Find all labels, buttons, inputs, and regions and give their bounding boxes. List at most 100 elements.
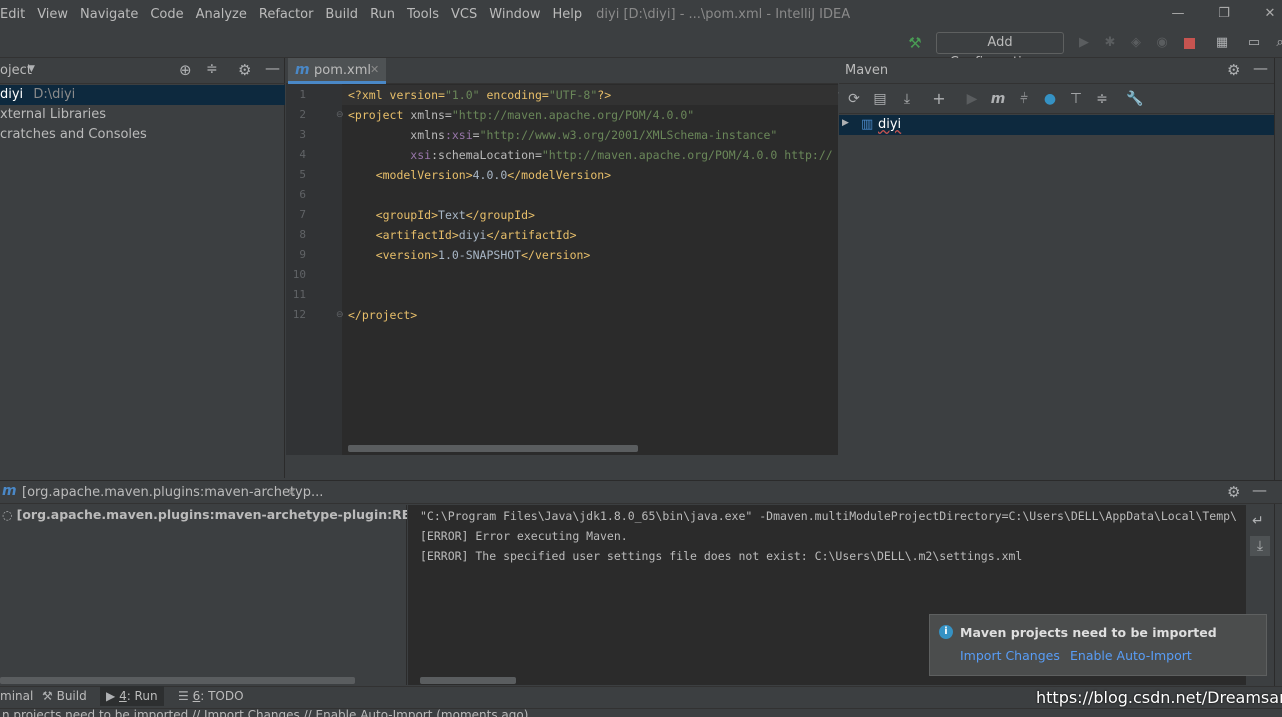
run-tool-button[interactable]: ▶ 4: Run <box>100 686 164 706</box>
code-line: <modelVersion>4.0.0</modelVersion> <box>348 168 612 182</box>
locate-icon[interactable]: ⊕ <box>179 61 192 79</box>
run-panel-header: m [org.apache.maven.plugins:maven-archet… <box>0 480 1282 504</box>
add-icon[interactable]: + <box>930 90 948 108</box>
debug-icon[interactable]: ✱ <box>1102 35 1118 51</box>
hide-panel-icon[interactable]: — <box>1252 481 1267 499</box>
menu-refactor[interactable]: Refactor <box>253 7 320 22</box>
maven-panel-title: Maven <box>845 63 889 78</box>
tree-item-scratches[interactable]: cratches and Consoles <box>0 125 285 145</box>
toggle-offline-icon[interactable]: ⫩ <box>1015 90 1033 108</box>
terminal-tool-button[interactable]: minal <box>0 689 33 703</box>
menu-navigate[interactable]: Navigate <box>74 7 144 22</box>
tab-pom-xml[interactable]: m pom.xml ✕ <box>288 58 386 84</box>
build-tool-button[interactable]: ⚒ Build <box>42 689 87 703</box>
menu-bar: Edit View Navigate Code Analyze Refactor… <box>0 0 1282 28</box>
download-icon[interactable]: ⤓ <box>898 90 916 108</box>
spinner-icon: ◌ <box>2 508 13 522</box>
run-tree-item[interactable]: ◌ [org.apache.maven.plugins:maven-archet… <box>2 507 407 527</box>
chevron-down-icon[interactable]: ▼ <box>28 64 35 74</box>
tab-label: pom.xml <box>314 63 371 78</box>
line-number: 4 <box>299 148 306 161</box>
list-icon: ☰ <box>178 689 189 703</box>
notification-title: Maven projects need to be imported <box>960 625 1217 640</box>
editor-footer <box>286 455 838 478</box>
add-configuration-button[interactable]: Add Configuration... <box>936 32 1064 70</box>
gear-icon[interactable]: ⚙ <box>238 61 251 79</box>
tab-close-icon[interactable]: ✕ <box>287 486 296 499</box>
skip-tests-icon[interactable]: ● <box>1041 90 1059 108</box>
code-line: <project xmlns="http://maven.apache.org/… <box>348 108 695 122</box>
project-structure-icon[interactable]: ▦ <box>1214 35 1230 51</box>
menu-help[interactable]: Help <box>547 7 589 22</box>
line-number: 12 <box>292 308 306 321</box>
console-line: [ERROR] Error executing Maven. <box>420 529 628 543</box>
hide-panel-icon[interactable]: — <box>265 59 280 77</box>
close-icon[interactable]: ✕ <box>1262 6 1278 22</box>
run-anything-icon[interactable]: ▭ <box>1246 35 1262 51</box>
hammer-icon: ⚒ <box>42 689 53 703</box>
expand-arrow-icon[interactable]: ▶ <box>842 118 849 128</box>
execute-maven-goal-icon[interactable]: m <box>989 90 1007 108</box>
window-title: diyi [D:\diyi] - ...\pom.xml - IntelliJ … <box>596 6 851 22</box>
collapse-all-icon[interactable]: ≑ <box>206 61 218 77</box>
tree-item-diyi[interactable]: diyi D:\diyi <box>0 85 285 105</box>
code-line: xmlns:xsi="http://www.w3.org/2001/XMLSch… <box>348 128 778 142</box>
soft-wrap-icon[interactable]: ↵ <box>1252 513 1264 529</box>
todo-tool-button[interactable]: ☰ 6: TODO <box>178 689 244 703</box>
tree-item-external-libraries[interactable]: xternal Libraries <box>0 105 285 125</box>
show-dependencies-icon[interactable]: ⊤ <box>1067 90 1085 108</box>
build-hammer-icon[interactable]: ⚒ <box>906 34 924 52</box>
tree-item-label: diyi <box>0 87 24 102</box>
menu-analyze[interactable]: Analyze <box>190 7 253 22</box>
line-number: 10 <box>292 268 306 281</box>
enable-auto-import-link[interactable]: Enable Auto-Import <box>1070 648 1192 663</box>
console-scrollbar[interactable] <box>420 677 516 684</box>
collapse-all-icon[interactable]: ≑ <box>1093 90 1111 108</box>
fold-marker-icon[interactable]: ⊖ <box>336 110 344 120</box>
run-icon[interactable]: ▶ <box>1076 35 1092 51</box>
menu-run[interactable]: Run <box>364 7 401 22</box>
maven-project-icon: ▥ <box>861 117 874 132</box>
menu-code[interactable]: Code <box>144 7 189 22</box>
line-number: 7 <box>299 208 306 221</box>
fold-marker-icon[interactable]: ⊖ <box>336 310 344 320</box>
editor-horizontal-scrollbar[interactable] <box>348 445 638 452</box>
profile-icon[interactable]: ◉ <box>1154 35 1170 51</box>
menu-window[interactable]: Window <box>483 7 546 22</box>
run-goal-icon[interactable]: ▶ <box>963 90 981 108</box>
menu-build[interactable]: Build <box>319 7 364 22</box>
info-icon: i <box>939 625 953 639</box>
line-number: 9 <box>299 248 306 261</box>
menu-tools[interactable]: Tools <box>401 7 445 22</box>
coverage-icon[interactable]: ◈ <box>1128 35 1144 51</box>
maven-run-icon: m <box>2 483 17 499</box>
status-message[interactable]: n projects need to be imported // Import… <box>2 709 528 717</box>
run-tab-label[interactable]: [org.apache.maven.plugins:maven-archetyp… <box>22 485 323 500</box>
gear-icon[interactable]: ⚙ <box>1227 483 1240 501</box>
import-changes-link[interactable]: Import Changes <box>960 648 1060 663</box>
stop-icon[interactable] <box>1184 38 1195 49</box>
menu-vcs[interactable]: VCS <box>445 7 483 22</box>
line-number: 3 <box>299 128 306 141</box>
line-number: 6 <box>299 188 306 201</box>
maven-tree-item-diyi[interactable]: ▶ ▥ diyi <box>839 115 1274 135</box>
tab-close-icon[interactable]: ✕ <box>370 63 379 76</box>
scroll-to-end-icon[interactable]: ⤓ <box>1250 536 1270 556</box>
watermark: https://blog.csdn.net/Dreamsandy <box>1036 688 1282 707</box>
status-bar: n projects need to be imported // Import… <box>0 708 1282 717</box>
run-tree-scrollbar[interactable] <box>0 677 355 684</box>
code-line: <version>1.0-SNAPSHOT</version> <box>348 248 591 262</box>
minimize-icon[interactable]: — <box>1170 6 1186 22</box>
wrench-icon[interactable]: 🔧 <box>1126 90 1144 108</box>
menu-view[interactable]: View <box>31 7 74 22</box>
reimport-icon[interactable]: ⟳ <box>845 90 863 108</box>
line-number: 11 <box>292 288 306 301</box>
search-everywhere-icon[interactable]: ⌕ <box>1272 35 1282 51</box>
gear-icon[interactable]: ⚙ <box>1227 61 1240 79</box>
menu-edit[interactable]: Edit <box>0 7 31 22</box>
hide-panel-icon[interactable]: — <box>1253 59 1268 77</box>
maximize-icon[interactable]: ❐ <box>1216 6 1232 22</box>
generate-sources-icon[interactable]: ▤ <box>871 90 889 108</box>
run-tree <box>0 505 407 685</box>
code-line: </project> <box>348 308 418 322</box>
